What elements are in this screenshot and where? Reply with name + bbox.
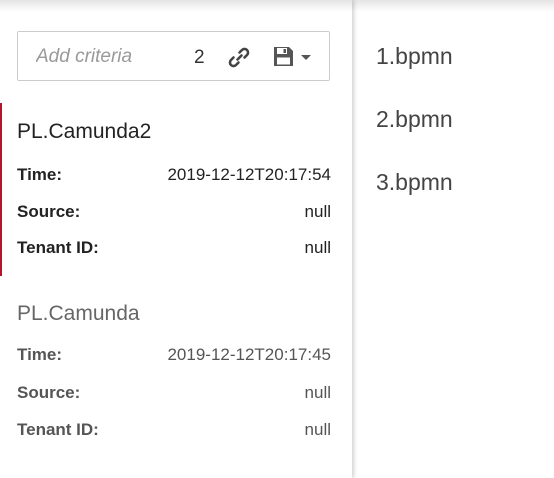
filter-bar: 2	[17, 31, 330, 81]
deployment-name: PL.Camunda	[17, 302, 140, 325]
time-label: Time:	[17, 165, 63, 184]
tenant-id-label: Tenant ID:	[17, 420, 99, 439]
resource-link[interactable]: 2.bpmn	[376, 106, 453, 133]
deployment-item[interactable]: PL.Camunda Time: 2019-12-12T20:17:45 Sou…	[0, 284, 352, 464]
tenant-id-value: null	[304, 238, 331, 257]
source-row: Source: null	[17, 202, 331, 224]
caret-down-icon	[301, 55, 311, 60]
save-filter-dropdown[interactable]	[273, 46, 317, 70]
add-criteria-input[interactable]	[36, 46, 186, 68]
time-row: Time: 2019-12-12T20:17:54	[17, 165, 331, 187]
source-value: null	[304, 383, 331, 402]
time-value: 2019-12-12T20:17:54	[167, 165, 331, 184]
resource-list-pane: 1.bpmn 2.bpmn 3.bpmn	[356, 0, 554, 478]
time-value: 2019-12-12T20:17:45	[167, 345, 331, 364]
source-label: Source:	[17, 383, 81, 402]
source-label: Source:	[17, 202, 81, 221]
source-row: Source: null	[17, 383, 331, 405]
time-row: Time: 2019-12-12T20:17:45	[17, 345, 331, 367]
time-label: Time:	[17, 345, 63, 364]
resource-link[interactable]: 1.bpmn	[376, 43, 453, 70]
resource-link[interactable]: 3.bpmn	[376, 169, 453, 196]
source-value: null	[304, 202, 331, 221]
tenant-id-row: Tenant ID: null	[17, 238, 331, 260]
criteria-count: 2	[194, 47, 205, 68]
tenant-id-value: null	[304, 420, 331, 439]
floppy-disk-icon	[273, 46, 294, 67]
deployment-item[interactable]: PL.Camunda2 Time: 2019-12-12T20:17:54 So…	[0, 103, 352, 276]
link-icon[interactable]	[228, 46, 250, 68]
deployment-list-pane: 2 PL.Camunda2	[0, 0, 352, 478]
tenant-id-row: Tenant ID: null	[17, 420, 331, 442]
deployment-name: PL.Camunda2	[17, 120, 152, 143]
tenant-id-label: Tenant ID:	[17, 238, 99, 257]
